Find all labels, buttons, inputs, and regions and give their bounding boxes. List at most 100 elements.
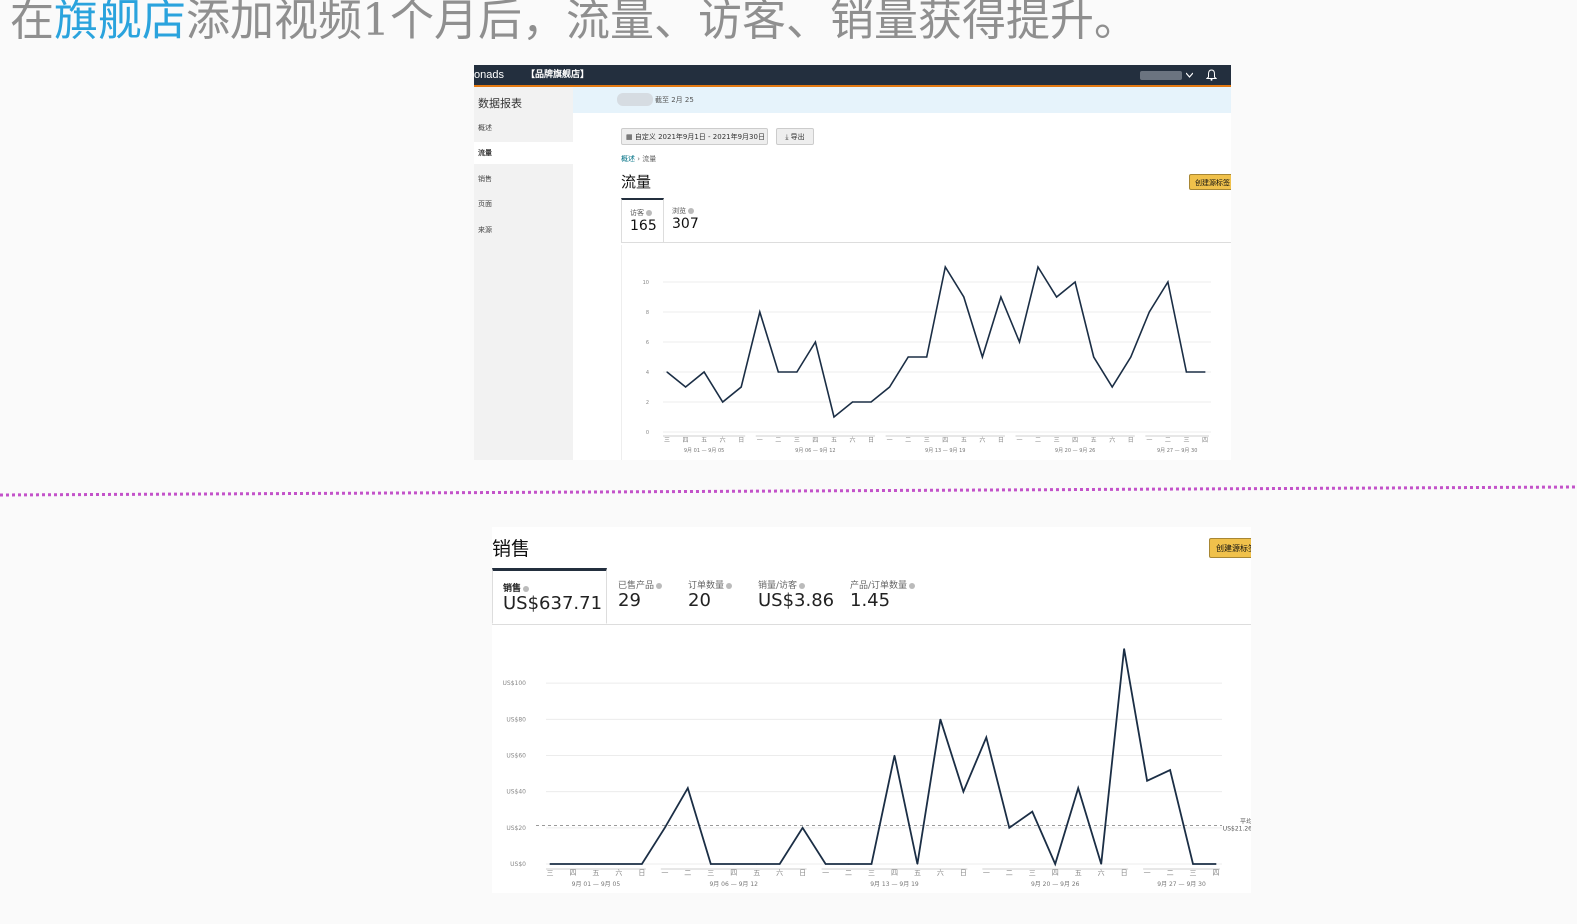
sales-chart: US$0 US$20 US$40 US$60 US$80 US$100 平均US$21.26…	[503, 648, 1251, 888]
date-range-label: 自定义 2021年9月1日 - 2021年9月30日	[634, 133, 765, 141]
sidebar-item-sources[interactable]: 来源	[474, 219, 573, 241]
x-tick-label: 六	[615, 868, 622, 877]
data-point	[889, 386, 891, 388]
info-icon	[726, 582, 733, 589]
sidebar-title: 数据报表	[478, 97, 522, 110]
account-menu-blurred[interactable]	[1140, 71, 1182, 80]
create-source-tag-button[interactable]: 创建源标签	[1189, 174, 1231, 190]
data-point	[944, 266, 946, 268]
data-point	[1167, 281, 1169, 283]
x-tick-label: 四	[1213, 869, 1220, 877]
data-point	[833, 416, 835, 418]
bell-icon[interactable]	[1206, 69, 1217, 81]
data-point	[870, 401, 872, 403]
tab-units-per-order[interactable]: 产品/订单数量 1.45	[840, 568, 940, 624]
data-point	[618, 863, 620, 865]
tab-units-sold[interactable]: 已售产品 29	[608, 568, 676, 624]
tab-sales[interactable]: 销售 US$637.71	[492, 568, 607, 624]
week-label: 9月 27 — 9月 30	[1157, 448, 1197, 454]
export-button[interactable]: ⤓ 导出	[776, 128, 814, 145]
tab-sales-per-visitor[interactable]: 销量/访客 US$3.86	[748, 568, 840, 624]
data-point	[985, 736, 987, 739]
x-tick-label: 一	[1144, 869, 1151, 877]
export-label: 导出	[790, 133, 805, 141]
average-label: 平均	[1240, 818, 1251, 826]
x-tick-label: 一	[822, 869, 829, 877]
store-name[interactable]: 【品牌旗舰店】	[526, 65, 589, 85]
sidebar-item-sales[interactable]: 销售	[474, 168, 573, 190]
chevron-down-icon[interactable]	[1186, 72, 1193, 78]
info-icon	[656, 582, 663, 589]
data-point	[926, 356, 928, 358]
x-tick-label: 五	[701, 437, 707, 444]
x-tick-label: 四	[1052, 869, 1059, 877]
blurred-text	[617, 93, 653, 106]
tab-visitors[interactable]: 访客 165	[621, 198, 664, 242]
x-tick-label: 四	[569, 869, 576, 877]
sidebar-item-traffic[interactable]: 流量	[474, 142, 573, 164]
data-notice-bar: 截至 2月 25	[573, 87, 1231, 113]
x-tick-label: 日	[799, 869, 806, 877]
y-tick-label: US$100	[503, 680, 527, 687]
x-tick-label: 六	[937, 868, 944, 877]
data-point	[1192, 863, 1194, 865]
data-point	[1074, 281, 1076, 283]
x-tick-label: 二	[684, 869, 691, 877]
data-point	[1008, 827, 1010, 829]
x-tick-label: 二	[905, 437, 911, 444]
x-tick-label: 三	[1029, 869, 1036, 877]
sidebar: 数据报表 概述 流量 销售 页面 来源	[474, 87, 573, 460]
y-tick-label: US$0	[510, 861, 526, 868]
info-icon	[523, 585, 530, 592]
x-tick-label: 六	[850, 436, 856, 444]
data-point	[733, 863, 735, 865]
data-point	[1077, 787, 1079, 789]
headline-highlight: 旗舰店	[54, 0, 186, 46]
x-tick-label: 四	[730, 869, 737, 877]
x-tick-label: 日	[738, 437, 744, 444]
data-point	[641, 863, 643, 865]
info-icon	[799, 582, 806, 589]
data-point	[572, 863, 574, 865]
x-tick-label: 一	[983, 869, 990, 877]
data-point	[1111, 386, 1113, 388]
x-tick-label: 一	[887, 437, 893, 444]
data-point	[1000, 296, 1002, 298]
x-tick-label: 四	[942, 437, 948, 444]
data-point	[1130, 356, 1132, 358]
sales-metric-tabs: 销售 US$637.71 已售产品 29 订单数量 20 销量/访客 US$3.…	[492, 568, 1251, 625]
x-tick-label: 三	[547, 869, 554, 877]
y-tick-label: US$40	[506, 789, 526, 796]
x-tick-label: 四	[812, 437, 818, 444]
data-point	[1018, 341, 1021, 343]
data-point	[549, 863, 551, 865]
week-label: 9月 06 — 9月 12	[709, 881, 758, 888]
tab-orders[interactable]: 订单数量 20	[678, 568, 748, 624]
data-point	[777, 371, 779, 373]
x-tick-label: 四	[1202, 437, 1208, 444]
sidebar-item-pages[interactable]: 页面	[474, 193, 573, 215]
x-tick-label: 三	[1054, 437, 1060, 444]
tab-page-views-label: 浏览	[672, 206, 694, 216]
x-tick-label: 二	[1167, 869, 1174, 877]
data-point	[664, 827, 666, 829]
tab-page-views-value: 307	[672, 216, 699, 232]
tab-page-views[interactable]: 浏览 307	[664, 198, 714, 242]
x-tick-label: 日	[1121, 869, 1128, 877]
sidebar-item-overview[interactable]: 概述	[474, 117, 573, 139]
tab-units-sold-value: 29	[618, 590, 641, 611]
create-source-tag-button[interactable]: 创建源标签	[1209, 538, 1251, 558]
data-cutoff-text: 截至 2月 25	[655, 96, 694, 104]
page-title: 流量	[621, 173, 652, 191]
traffic-metric-tabs: 访客 165 浏览 307	[621, 198, 1231, 243]
breadcrumb-overview-link[interactable]: 概述	[621, 155, 635, 163]
y-tick-label: US$80	[506, 716, 526, 723]
x-tick-label: 日	[638, 869, 645, 877]
date-range-picker[interactable]: ▦ 自定义 2021年9月1日 - 2021年9月30日	[621, 128, 768, 145]
x-tick-label: 五	[592, 869, 599, 877]
x-tick-label: 三	[794, 437, 800, 444]
data-point	[939, 718, 942, 720]
data-point	[703, 371, 705, 373]
x-tick-label: 五	[831, 437, 837, 444]
download-icon: ⤓	[785, 133, 789, 141]
